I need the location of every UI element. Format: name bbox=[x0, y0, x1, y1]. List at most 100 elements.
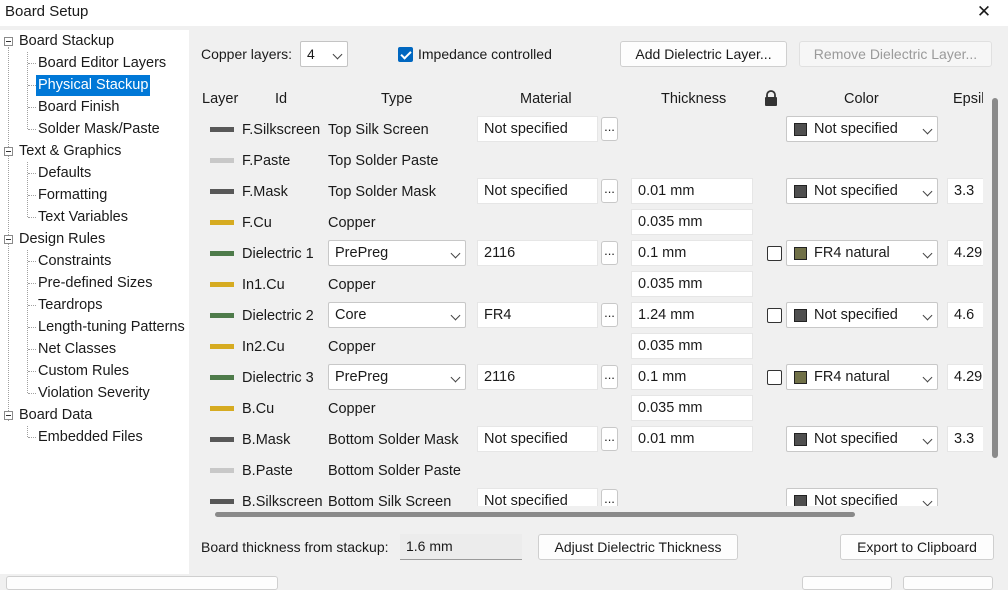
thickness-field[interactable]: 0.1 mm bbox=[631, 240, 753, 266]
material-field[interactable]: Not specified bbox=[477, 116, 598, 142]
tree-item-pre-defined-sizes[interactable]: Pre-defined Sizes bbox=[38, 273, 152, 294]
remove-dielectric-button[interactable]: Remove Dielectric Layer... bbox=[799, 41, 992, 67]
settings-tree: Board Stackup Board Editor Layers Physical… bbox=[0, 30, 189, 574]
thickness-field[interactable]: 0.035 mm bbox=[631, 271, 753, 297]
tree-item-custom-rules[interactable]: Custom Rules bbox=[38, 361, 129, 382]
stackup-row: In1.Cu Copper 0.035 mm bbox=[197, 270, 983, 301]
thickness-field[interactable]: 0.035 mm bbox=[631, 209, 753, 235]
collapse-icon[interactable] bbox=[4, 235, 13, 244]
epsilon-field[interactable]: 3.3 bbox=[947, 426, 983, 452]
epsilon-field[interactable]: 4.29 bbox=[947, 240, 983, 266]
layer-id: Dielectric 2 bbox=[242, 308, 314, 324]
thickness-field[interactable]: 0.01 mm bbox=[631, 426, 753, 452]
horizontal-scroll-thumb[interactable] bbox=[215, 512, 855, 517]
thickness-lock-checkbox[interactable] bbox=[767, 370, 782, 385]
tree-item-board-finish[interactable]: Board Finish bbox=[38, 97, 119, 118]
material-field[interactable]: 2116 bbox=[477, 240, 598, 266]
layer-color-swatch bbox=[210, 127, 234, 132]
material-field[interactable]: FR4 bbox=[477, 302, 598, 328]
partial-button[interactable] bbox=[6, 576, 278, 590]
collapse-icon[interactable] bbox=[4, 37, 13, 46]
thickness-field[interactable]: 0.035 mm bbox=[631, 333, 753, 359]
export-clipboard-button[interactable]: Export to Clipboard bbox=[840, 534, 994, 560]
epsilon-field[interactable]: 3.3 bbox=[947, 178, 983, 204]
layer-type: Bottom Solder Mask bbox=[328, 432, 459, 448]
column-header-color: Color bbox=[844, 91, 879, 107]
stackup-row: Dielectric 2 Core FR4... 1.24 mm Not specifi… bbox=[197, 301, 983, 332]
layer-id: B.Mask bbox=[242, 432, 291, 448]
thickness-lock-checkbox[interactable] bbox=[767, 246, 782, 261]
vertical-scrollbar[interactable] bbox=[988, 88, 1002, 506]
stackup-row: B.Paste Bottom Solder Paste bbox=[197, 456, 983, 487]
material-field[interactable]: Not specified bbox=[477, 178, 598, 204]
material-browse-button[interactable]: ... bbox=[601, 117, 618, 141]
material-browse-button[interactable]: ... bbox=[601, 179, 618, 203]
thickness-field[interactable]: 0.035 mm bbox=[631, 395, 753, 421]
color-select[interactable]: Not specified bbox=[786, 178, 938, 204]
tree-item-defaults[interactable]: Defaults bbox=[38, 163, 91, 184]
thickness-field[interactable]: 1.24 mm bbox=[631, 302, 753, 328]
thickness-field[interactable]: 0.01 mm bbox=[631, 178, 753, 204]
chevron-down-icon bbox=[450, 248, 461, 259]
tree-item-board-data[interactable]: Board Data bbox=[19, 405, 92, 426]
layer-type-select[interactable]: PrePreg bbox=[328, 240, 466, 266]
material-browse-button[interactable]: ... bbox=[601, 303, 618, 327]
epsilon-field[interactable]: 4.6 bbox=[947, 302, 983, 328]
color-select[interactable]: FR4 natural bbox=[786, 364, 938, 390]
material-browse-button[interactable]: ... bbox=[601, 365, 618, 389]
partial-button[interactable] bbox=[802, 576, 892, 590]
vertical-scroll-thumb[interactable] bbox=[992, 98, 998, 458]
color-select[interactable]: Not specified bbox=[786, 302, 938, 328]
tree-item-embedded-files[interactable]: Embedded Files bbox=[38, 427, 143, 448]
material-browse-button[interactable]: ... bbox=[601, 241, 618, 265]
horizontal-scrollbar[interactable] bbox=[197, 508, 983, 520]
add-dielectric-button[interactable]: Add Dielectric Layer... bbox=[620, 41, 787, 67]
layer-color-swatch bbox=[210, 499, 234, 504]
tree-guide-line bbox=[28, 217, 36, 218]
tree-item-violation-severity[interactable]: Violation Severity bbox=[38, 383, 150, 404]
tree-item-net-classes[interactable]: Net Classes bbox=[38, 339, 116, 360]
close-icon[interactable]: ✕ bbox=[972, 0, 996, 24]
thickness-field[interactable]: 0.1 mm bbox=[631, 364, 753, 390]
color-value: Not specified bbox=[814, 307, 898, 323]
chevron-down-icon bbox=[922, 310, 933, 321]
copper-layers-select[interactable]: 4 bbox=[300, 41, 348, 67]
collapse-icon[interactable] bbox=[4, 147, 13, 156]
stackup-row: F.Cu Copper 0.035 mm bbox=[197, 208, 983, 239]
epsilon-field[interactable]: 4.29 bbox=[947, 364, 983, 390]
tree-item-physical-stackup[interactable]: Physical Stackup bbox=[36, 75, 151, 96]
material-browse-button[interactable]: ... bbox=[601, 427, 618, 451]
material-field[interactable]: Not specified bbox=[477, 426, 598, 452]
tree-item-length-tuning-patterns[interactable]: Length-tuning Patterns bbox=[38, 317, 185, 338]
tree-item-constraints[interactable]: Constraints bbox=[38, 251, 111, 272]
tree-item-text-graphics[interactable]: Text & Graphics bbox=[19, 141, 121, 162]
adjust-dielectric-button[interactable]: Adjust Dielectric Thickness bbox=[538, 534, 738, 560]
impedance-checkbox[interactable] bbox=[398, 47, 413, 62]
tree-item-board-stackup[interactable]: Board Stackup bbox=[19, 31, 114, 52]
chevron-down-icon bbox=[922, 434, 933, 445]
material-field[interactable]: 2116 bbox=[477, 364, 598, 390]
color-value: FR4 natural bbox=[814, 369, 890, 385]
column-header-thickness: Thickness bbox=[661, 91, 727, 107]
material-browse-button[interactable]: ... bbox=[601, 489, 618, 506]
color-select[interactable]: Not specified bbox=[786, 116, 938, 142]
layer-id: Dielectric 3 bbox=[242, 370, 314, 386]
color-swatch bbox=[794, 247, 807, 260]
partial-button[interactable] bbox=[903, 576, 993, 590]
material-field[interactable]: Not specified bbox=[477, 488, 598, 506]
tree-item-design-rules[interactable]: Design Rules bbox=[19, 229, 105, 250]
window-title: Board Setup bbox=[5, 3, 89, 20]
tree-item-teardrops[interactable]: Teardrops bbox=[38, 295, 102, 316]
tree-item-board-editor-layers[interactable]: Board Editor Layers bbox=[38, 53, 166, 74]
layer-id: F.Mask bbox=[242, 184, 288, 200]
tree-item-solder-mask-paste[interactable]: Solder Mask/Paste bbox=[38, 119, 160, 140]
layer-type-select[interactable]: Core bbox=[328, 302, 466, 328]
layer-type-select[interactable]: PrePreg bbox=[328, 364, 466, 390]
collapse-icon[interactable] bbox=[4, 411, 13, 420]
color-select[interactable]: Not specified bbox=[786, 426, 938, 452]
color-select[interactable]: FR4 natural bbox=[786, 240, 938, 266]
tree-item-text-variables[interactable]: Text Variables bbox=[38, 207, 128, 228]
color-select[interactable]: Not specified bbox=[786, 488, 938, 506]
tree-item-formatting[interactable]: Formatting bbox=[38, 185, 107, 206]
thickness-lock-checkbox[interactable] bbox=[767, 308, 782, 323]
